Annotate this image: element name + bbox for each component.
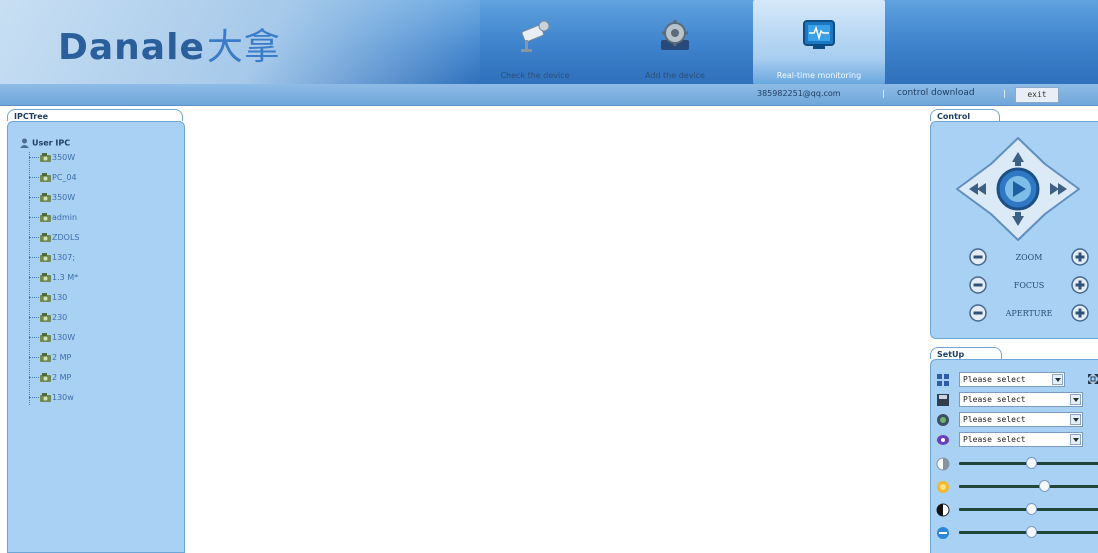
tree-item[interactable]: 130 (29, 292, 67, 306)
user-bar: 385982251@qq.com | control download | ex… (0, 84, 1098, 106)
setup-slider-row (936, 502, 1098, 518)
aperture-label: APERTURE (1005, 309, 1053, 318)
user-icon (20, 138, 29, 148)
tab-ipc-tree[interactable]: IPCTree (7, 109, 183, 121)
separator: | (882, 89, 885, 98)
setup-slider-row (936, 479, 1098, 495)
nav-realtime-monitoring[interactable]: Real-time monitoring (753, 0, 885, 84)
ipc-camera-icon (40, 313, 51, 322)
record-icon (937, 414, 949, 426)
ipc-camera-icon (40, 293, 51, 302)
tree-item[interactable]: admin (29, 212, 77, 226)
top-header: Danale大拿 Check the device Add the device… (0, 0, 1098, 84)
ipc-tree-panel: User IPC 350W PC_04 350W admin ZDOLS 1307; 1.3… (7, 121, 185, 553)
fullscreen-icon[interactable] (1087, 373, 1098, 385)
monitor-icon (803, 20, 835, 49)
brightness-icon (937, 481, 949, 493)
ipc-camera-icon (40, 273, 51, 282)
setup-select[interactable]: Please select (959, 412, 1083, 427)
camera-icon (521, 20, 550, 52)
nav-add-device[interactable]: Add the device (620, 0, 730, 84)
setup-slider-row (936, 525, 1098, 541)
tree-item[interactable]: 1307; (29, 252, 75, 266)
aperture-out-button[interactable] (969, 304, 987, 322)
tree-item[interactable]: ZDOLS (29, 232, 79, 246)
tab-setup[interactable]: SetUp (930, 347, 1002, 359)
setup-select[interactable]: Please select (959, 372, 1065, 387)
ipc-camera-icon (40, 213, 51, 222)
ipc-camera-icon (40, 333, 51, 342)
brand-area: Danale大拿 (0, 0, 480, 84)
separator: | (1003, 89, 1006, 98)
nav-check-device[interactable]: Check the device (480, 0, 590, 84)
ptz-center-button[interactable] (996, 167, 1040, 211)
ipc-camera-icon (40, 193, 51, 202)
chevron-down-icon[interactable] (1052, 374, 1063, 385)
tree-item[interactable]: 2 MP (29, 352, 71, 366)
slider-knob[interactable] (1026, 526, 1037, 538)
logo: Danale大拿 (58, 27, 281, 68)
saturation-icon (936, 503, 950, 517)
setup-select-row: Please select (936, 432, 1098, 448)
ipc-camera-icon (40, 253, 51, 262)
tree-item[interactable]: 350W (29, 192, 75, 206)
contrast-icon (936, 457, 950, 471)
user-email: 385982251@qq.com (757, 89, 841, 98)
setup-slider[interactable] (959, 480, 1098, 492)
setup-slider[interactable] (959, 503, 1098, 515)
focus-control: FOCUS (969, 276, 1089, 296)
tree-root[interactable]: User IPC (20, 138, 70, 148)
focus-label: FOCUS (1013, 281, 1045, 290)
zoom-label: ZOOM (1015, 253, 1043, 262)
save-icon (937, 394, 949, 406)
ipc-camera-icon (40, 233, 51, 242)
chevron-down-icon[interactable] (1070, 394, 1081, 405)
setup-select-row: Please select (936, 412, 1098, 428)
tree-item[interactable]: PC_04 (29, 172, 77, 186)
tree-item[interactable]: 1.3 M* (29, 272, 78, 286)
ipc-camera-icon (40, 373, 51, 382)
chevron-down-icon[interactable] (1070, 434, 1081, 445)
tree-item[interactable]: 2 MP (29, 372, 71, 386)
slider-knob[interactable] (1026, 457, 1037, 469)
tab-control[interactable]: Control (930, 109, 1000, 121)
aperture-in-button[interactable] (1071, 304, 1089, 322)
tree-item[interactable]: 130w (29, 392, 74, 406)
setup-select-row: Please select (936, 392, 1098, 408)
aperture-control: APERTURE (969, 304, 1089, 324)
slider-knob[interactable] (1039, 480, 1050, 492)
ipc-camera-icon (40, 153, 51, 162)
zoom-in-button[interactable] (1071, 248, 1089, 266)
tree-item[interactable]: 230 (29, 312, 67, 326)
setup-panel: Please select Please select Please select P… (930, 359, 1098, 553)
setup-slider[interactable] (959, 457, 1098, 469)
setup-select[interactable]: Please select (959, 432, 1083, 447)
ptz-dpad (956, 137, 1080, 241)
eye-icon (937, 435, 949, 445)
setup-select-row: Please select (936, 372, 1098, 388)
hue-icon (937, 527, 949, 539)
setup-select[interactable]: Please select (959, 392, 1083, 407)
setup-slider-row (936, 456, 1098, 472)
tree-item[interactable]: 130W (29, 332, 75, 346)
slider-knob[interactable] (1026, 503, 1037, 515)
control-panel: ZOOM FOCUS APERTURE (930, 121, 1098, 339)
app-window: Danale大拿 Check the device Add the device… (0, 0, 1098, 553)
tree-item[interactable]: 350W (29, 152, 75, 166)
focus-out-button[interactable] (969, 276, 987, 294)
ipc-camera-icon (40, 173, 51, 182)
zoom-out-button[interactable] (969, 248, 987, 266)
ipc-camera-icon (40, 393, 51, 402)
focus-in-button[interactable] (1071, 276, 1089, 294)
setup-slider[interactable] (959, 526, 1098, 538)
exit-button[interactable]: exit (1015, 87, 1059, 103)
layout-grid-icon (937, 374, 949, 386)
chevron-down-icon[interactable] (1070, 414, 1081, 425)
ipc-camera-icon (40, 353, 51, 362)
control-download-link[interactable]: control download (897, 88, 975, 98)
gear-icon (661, 20, 689, 50)
zoom-control: ZOOM (969, 248, 1089, 268)
